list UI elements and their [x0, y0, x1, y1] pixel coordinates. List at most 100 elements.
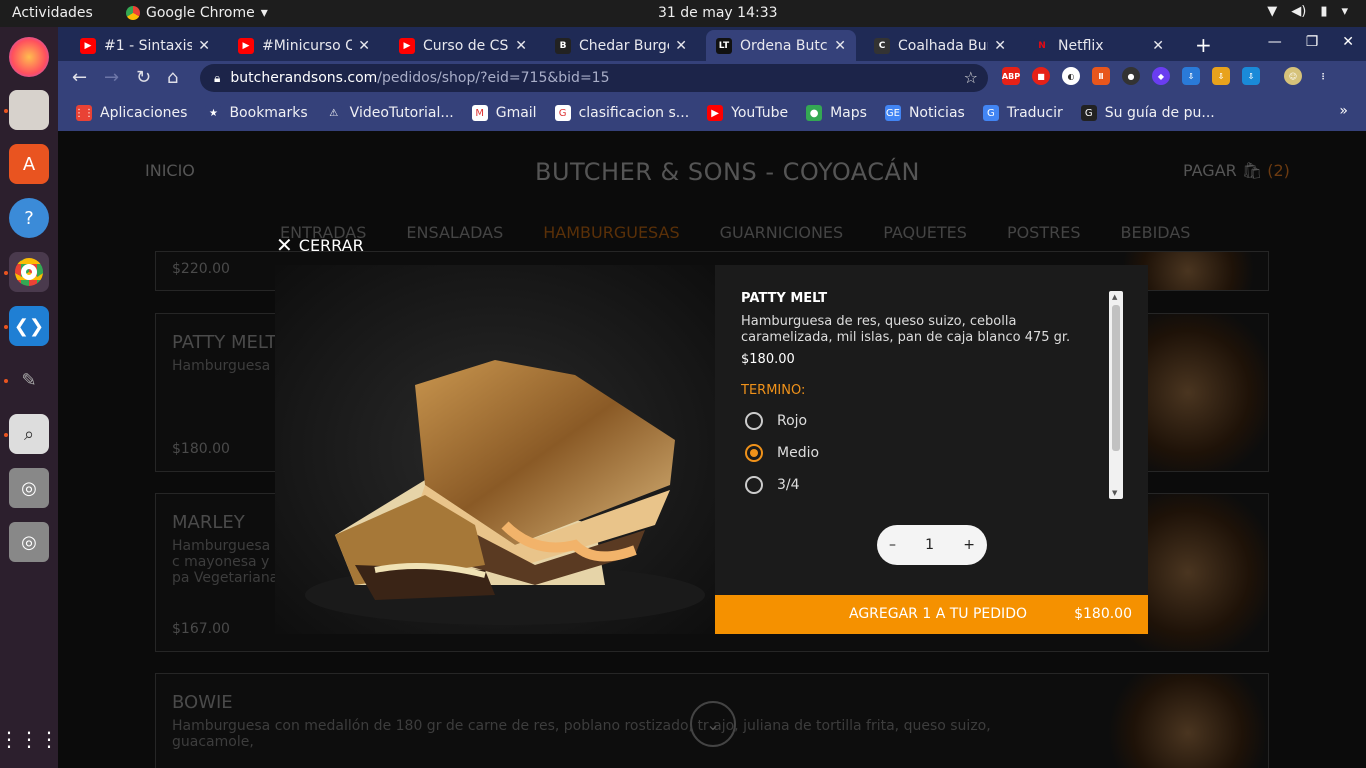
tab-close-icon[interactable]: ✕ [198, 38, 210, 54]
bookmark-item[interactable]: G Traducir [982, 105, 1063, 121]
cart-count: (2) [1267, 161, 1290, 180]
category-tab[interactable]: BEBIDAS [1121, 223, 1191, 242]
tab-close-icon[interactable]: ✕ [675, 38, 687, 54]
close-icon: ✕ [276, 233, 293, 257]
product-description: Hamburguesa de res, queso suizo, cebolla… [741, 314, 1071, 345]
tab-close-icon[interactable]: ✕ [515, 38, 527, 54]
extension-icon[interactable]: ◐ [1062, 67, 1080, 85]
tab-title: Chedar Burge [579, 37, 670, 54]
bookmark-item[interactable]: M Gmail [471, 105, 537, 121]
scroll-down-icon[interactable]: ▼ [1112, 489, 1117, 497]
more-bookmarks-icon[interactable]: » [1339, 103, 1348, 119]
extension-icon[interactable]: ⇩ [1242, 67, 1260, 85]
software-store-icon[interactable]: A [9, 144, 49, 184]
radio-button[interactable] [745, 476, 763, 494]
checkout-label: PAGAR [1183, 161, 1237, 180]
extension-icon[interactable]: ◆ [1152, 67, 1170, 85]
maximize-icon[interactable]: ❐ [1306, 34, 1319, 50]
increase-button[interactable]: + [963, 537, 975, 553]
menu-icon[interactable]: ⋮ [1314, 67, 1332, 85]
category-tab[interactable]: PAQUETES [883, 223, 967, 242]
app-menu[interactable]: Google Chrome ▾ [126, 5, 268, 21]
option-medio[interactable]: Medio [741, 444, 1121, 462]
help-icon[interactable]: ? [9, 198, 49, 238]
activities-button[interactable]: Actividades [12, 5, 93, 21]
browser-tab[interactable]: ▶ #Minicurso CS ✕ [228, 30, 380, 61]
details-scrollbar[interactable]: ▲ ▼ [1109, 291, 1123, 499]
category-tab[interactable]: GUARNICIONES [720, 223, 844, 242]
option-rojo[interactable]: Rojo [741, 412, 1121, 430]
scroll-down-button[interactable]: ⌄ [690, 701, 736, 747]
extension-icon[interactable]: Ⅱ [1092, 67, 1110, 85]
bookmark-label: clasificacion s... [578, 105, 690, 121]
vscode-icon[interactable]: ❮❯ [9, 306, 49, 346]
running-indicator [4, 433, 8, 437]
reload-icon[interactable]: ↻ [136, 67, 151, 88]
bookmark-item[interactable]: ⚠ VideoTutorial... [325, 105, 454, 121]
category-tab[interactable]: ENSALADAS [406, 223, 503, 242]
adblock-icon[interactable]: ABP [1002, 67, 1020, 85]
browser-tab[interactable]: ▶ Curso de CSS (✕ [389, 30, 537, 61]
option-3-4[interactable]: 3/4 [741, 476, 1121, 494]
disk-icon[interactable]: ◎ [9, 522, 49, 562]
tab-close-icon[interactable]: ✕ [834, 38, 846, 54]
show-apps-icon[interactable]: ⋮⋮⋮ [0, 719, 59, 759]
clock[interactable]: 31 de may 14:33 [658, 5, 778, 21]
address-bar[interactable]: 🔒︎ butcherandsons.com/pedidos/shop/?eid=… [200, 64, 988, 92]
browser-tab[interactable]: N Netflix ✕ [1024, 30, 1174, 61]
back-icon[interactable]: ← [72, 67, 87, 88]
tab-favicon-icon: ▶ [238, 37, 254, 54]
forward-icon[interactable]: → [104, 67, 119, 88]
card-name: BOWIE [172, 692, 233, 713]
close-modal-button[interactable]: ✕ CERRAR [276, 233, 364, 257]
chrome-dock-icon[interactable] [9, 252, 49, 292]
extension-icon[interactable]: ● [1122, 67, 1140, 85]
tab-favicon-icon: N [1034, 37, 1050, 54]
bookmark-item[interactable]: ● Maps [806, 105, 867, 121]
window-controls: — ❐ ✕ [1268, 34, 1354, 50]
radio-button[interactable] [745, 444, 763, 462]
firefox-icon[interactable] [9, 37, 49, 77]
tab-close-icon[interactable]: ✕ [1152, 38, 1164, 54]
tab-close-icon[interactable]: ✕ [358, 38, 370, 54]
browser-tab[interactable]: LT Ordena Butch ✕ [706, 30, 856, 61]
download-icon[interactable]: ⇩ [1212, 67, 1230, 85]
extension-icon[interactable]: ■ [1032, 67, 1050, 85]
bookmark-star-icon[interactable]: ☆ [964, 68, 978, 87]
bag-icon: 🛍︎ [1241, 161, 1263, 180]
bookmark-item[interactable]: ★ Bookmarks [205, 105, 308, 121]
new-tab-button[interactable]: + [1195, 33, 1212, 57]
home-icon[interactable]: ⌂ [167, 67, 178, 88]
bookmark-item[interactable]: G Su guía de pu... [1080, 105, 1215, 121]
close-icon[interactable]: ✕ [1342, 34, 1354, 50]
chevron-down-icon: ⌄ [706, 714, 720, 734]
radio-button[interactable] [745, 412, 763, 430]
category-tab[interactable]: HAMBURGUESAS [543, 223, 679, 242]
extension-icon[interactable]: ⇩ [1182, 67, 1200, 85]
scrollbar-thumb[interactable] [1112, 305, 1120, 451]
card-name: PATTY MELT [172, 332, 277, 353]
scroll-up-icon[interactable]: ▲ [1112, 293, 1117, 301]
browser-tab[interactable]: B Chedar Burge ✕ [545, 30, 697, 61]
bookmark-item[interactable]: ▶ YouTube [707, 105, 788, 121]
nav-home-link[interactable]: INICIO [145, 161, 195, 180]
tab-close-icon[interactable]: ✕ [994, 38, 1006, 54]
add-to-order-button[interactable]: AGREGAR 1 A TU PEDIDO $180.00 [715, 595, 1148, 634]
browser-tab[interactable]: C Coalhada Burg ✕ [864, 30, 1016, 61]
browser-toolbar: ← → ↻ ⌂ 🔒︎ butcherandsons.com/pedidos/sh… [58, 61, 1366, 95]
bookmark-item[interactable]: Gclasificacion s... [554, 105, 690, 121]
decrease-button[interactable]: – [889, 537, 896, 553]
bookmark-item[interactable]: GE Noticias [884, 105, 965, 121]
files-icon[interactable] [9, 90, 49, 130]
gimp-icon[interactable]: ✎ [9, 360, 49, 400]
magnifier-icon[interactable]: ⌕ [9, 414, 49, 454]
bookmark-item[interactable]: ⋮⋮ Aplicaciones [74, 105, 187, 121]
minimize-icon[interactable]: — [1268, 34, 1282, 50]
checkout-link[interactable]: PAGAR 🛍︎ (2) [1183, 161, 1290, 180]
running-indicator [4, 325, 8, 329]
browser-tab[interactable]: ▶ #1 - Sintaxis d ✕ [70, 30, 220, 61]
avatar[interactable]: ☺ [1284, 67, 1302, 85]
system-tray[interactable]: ▼ ◀) ▮ ▾ [1267, 4, 1348, 19]
disk-icon[interactable]: ◎ [9, 468, 49, 508]
category-tab[interactable]: POSTRES [1007, 223, 1081, 242]
